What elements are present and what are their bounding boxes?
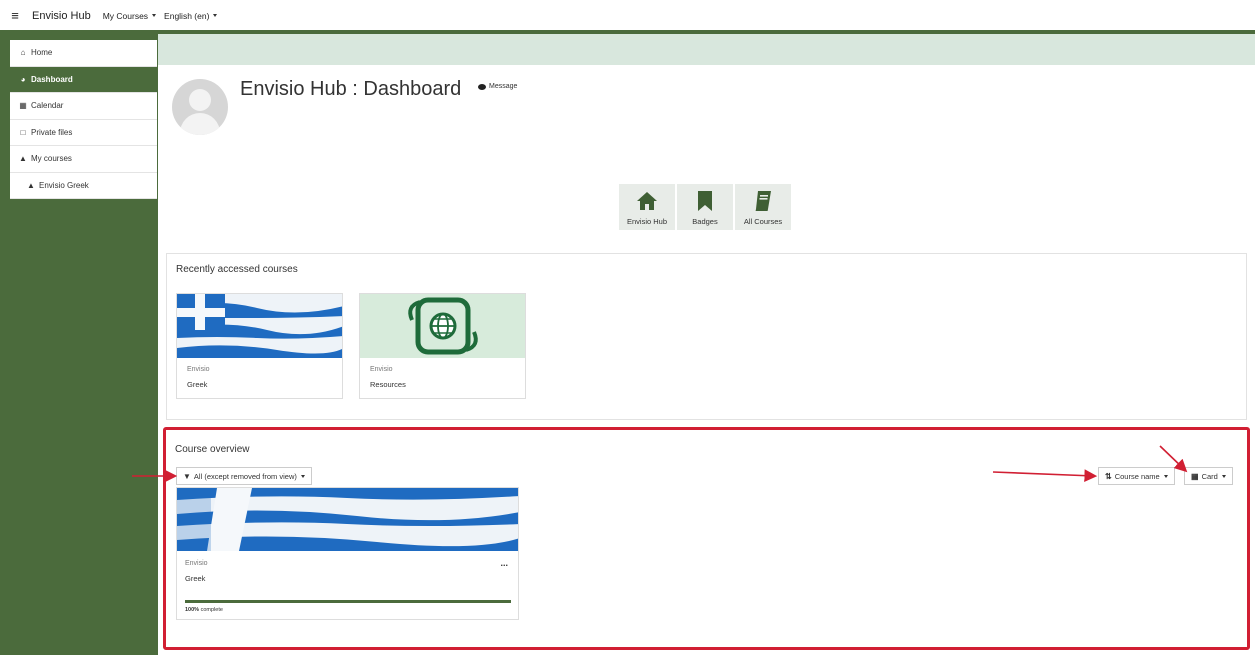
greek-flag-image[interactable] xyxy=(177,294,342,358)
quicklink-all-courses[interactable]: All Courses xyxy=(735,184,791,230)
quick-links: Envisio Hub Badges All Courses xyxy=(619,184,791,230)
caret-down-icon xyxy=(152,14,157,17)
my-courses-menu-label: My Courses xyxy=(102,10,149,21)
sidebar-item-dashboard[interactable]: ◕ Dashboard xyxy=(10,66,157,93)
graduation-cap-icon: ▲ xyxy=(27,180,35,190)
sidebar-item-envisio-greek[interactable]: ▲ Envisio Greek xyxy=(10,173,157,199)
recent-course-card-greek[interactable]: Envisio Greek xyxy=(176,293,343,399)
quicklink-label: Envisio Hub xyxy=(626,217,668,226)
user-avatar[interactable] xyxy=(172,79,228,135)
header-band xyxy=(158,34,1255,65)
course-name[interactable]: Greek xyxy=(187,380,207,389)
resources-globe-image[interactable] xyxy=(360,294,525,358)
recent-course-card-resources[interactable]: Envisio Resources xyxy=(359,293,526,399)
quicklink-label: All Courses xyxy=(743,217,783,226)
file-icon: □ xyxy=(20,127,26,137)
sidebar-nav-list: ⌂ Home ◕ Dashboard ▦ Calendar □ Private … xyxy=(10,40,157,199)
quicklink-badges[interactable]: Badges xyxy=(677,184,733,230)
graduation-cap-icon: ▲ xyxy=(19,154,27,164)
caret-down-icon xyxy=(213,14,218,17)
message-bubble-icon xyxy=(478,83,486,90)
avatar-head-shape xyxy=(189,89,211,111)
language-menu-label: English (en) xyxy=(164,10,210,21)
sidebar: ⌂ Home ◕ Dashboard ▦ Calendar □ Private … xyxy=(0,34,158,655)
quicklink-label: Badges xyxy=(692,217,718,226)
sidebar-item-home[interactable]: ⌂ Home xyxy=(10,40,157,67)
sidebar-item-my-courses[interactable]: ▲ My courses xyxy=(10,146,157,173)
message-label: Message xyxy=(489,83,518,90)
top-navbar: ≡ Envisio Hub My Courses English (en) xyxy=(0,0,1255,31)
home-icon: ⌂ xyxy=(20,48,26,58)
sidebar-item-private-files[interactable]: □ Private files xyxy=(10,120,157,146)
bookmark-icon xyxy=(697,190,713,212)
avatar-body-shape xyxy=(180,113,220,135)
sidebar-item-label: Private files xyxy=(31,127,73,137)
calendar-icon: ▦ xyxy=(19,101,27,111)
course-category: Envisio xyxy=(370,366,393,373)
annotation-highlight-box xyxy=(163,427,1250,650)
my-courses-menu[interactable]: My Courses xyxy=(102,10,157,21)
dashboard-icon: ◕ xyxy=(20,74,26,84)
message-link[interactable]: Message xyxy=(478,83,517,90)
site-brand[interactable]: Envisio Hub xyxy=(32,10,91,22)
course-category: Envisio xyxy=(187,366,210,373)
hamburger-menu-icon[interactable]: ≡ xyxy=(0,0,30,31)
sidebar-item-label: Calendar xyxy=(31,101,64,111)
sidebar-item-label: Envisio Greek xyxy=(39,180,89,190)
quicklink-envisio-hub[interactable]: Envisio Hub xyxy=(619,184,675,230)
recent-courses-block: Recently accessed courses Envisio Greek xyxy=(166,253,1247,420)
page-title: Envisio Hub : Dashboard xyxy=(240,78,462,100)
course-name[interactable]: Resources xyxy=(370,380,406,389)
sidebar-item-label: Home xyxy=(31,48,53,58)
sidebar-item-calendar[interactable]: ▦ Calendar xyxy=(10,93,157,120)
home-icon xyxy=(636,190,658,212)
sidebar-item-label: Dashboard xyxy=(31,74,73,84)
book-icon xyxy=(754,190,772,212)
recent-courses-title: Recently accessed courses xyxy=(176,264,298,275)
language-menu[interactable]: English (en) xyxy=(164,10,218,21)
sidebar-item-label: My courses xyxy=(31,154,72,164)
